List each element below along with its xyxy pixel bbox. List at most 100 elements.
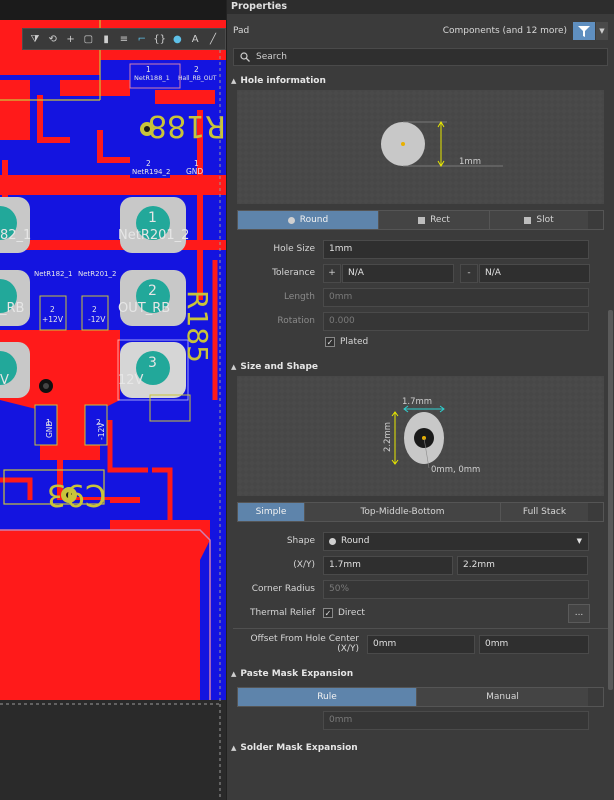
align-icon[interactable]: ≡	[116, 30, 132, 48]
collapse-icon: ▲	[231, 77, 237, 85]
designator-r185: R185	[181, 290, 214, 363]
tab-label: Simple	[255, 507, 287, 517]
pin-number: 1	[146, 65, 151, 74]
pad-icon[interactable]: ●	[170, 30, 186, 48]
round-shape-icon	[287, 216, 295, 224]
filter-dropdown-button[interactable]: ▼	[596, 22, 608, 40]
pad-x-input[interactable]: 1.7mm	[323, 555, 453, 575]
pcb-canvas[interactable]: 1 NetR201_2 2 OUT_RB 3 12V 82_1 _RB V NetR188_1 H…	[0, 0, 226, 800]
pcb-board[interactable]: 1 NetR201_2 2 OUT_RB 3 12V 82_1 _RB V NetR188_1 H…	[0, 0, 226, 800]
search-box[interactable]: Search	[233, 48, 608, 66]
text-icon[interactable]: A	[187, 30, 203, 48]
track-icon[interactable]: ⌐	[134, 30, 150, 48]
tolerance-plus-input[interactable]: N/A	[342, 263, 454, 283]
pin-number: 2	[50, 305, 55, 314]
search-icon	[240, 52, 250, 62]
rotation-input[interactable]: 0.000	[323, 311, 589, 331]
tab-rect[interactable]: Rect	[379, 211, 490, 229]
hole-size-input[interactable]: 1mm	[323, 239, 589, 259]
top-copper-pour	[0, 520, 210, 700]
net-label: +12V	[42, 315, 64, 324]
collapse-icon: ▲	[231, 744, 237, 752]
paste-mask-input[interactable]: 0mm	[323, 710, 589, 730]
net-label: NetR194_2	[132, 168, 170, 176]
pad-y-input[interactable]: 2.2mm	[457, 555, 588, 575]
tab-label: Rect	[430, 215, 450, 225]
offset-x-input[interactable]: 0mm	[367, 634, 475, 654]
select-icon[interactable]: ▢	[80, 30, 96, 48]
thermal-relief-checkbox[interactable]: ✓	[323, 608, 333, 618]
corner-radius-label: Corner Radius	[251, 584, 315, 594]
pin-number: 2	[194, 65, 199, 74]
components-filter-label[interactable]: Components (and 12 more)	[443, 26, 567, 36]
length-label: Length	[283, 292, 315, 302]
designator-r188: R188	[148, 108, 226, 143]
filter-icon	[578, 25, 590, 37]
plated-label: Plated	[340, 337, 369, 347]
shape-value: Round	[341, 536, 370, 546]
tab-rule[interactable]: Rule	[238, 688, 417, 706]
tab-simple[interactable]: Simple	[238, 503, 305, 521]
net-label: -12V	[88, 315, 106, 324]
filter-button[interactable]	[573, 22, 595, 40]
paste-mask-tabs: Rule Manual	[237, 687, 604, 707]
pad-net-label: NetR201_2	[118, 228, 189, 243]
rotation-label: Rotation	[277, 316, 315, 326]
tab-manual[interactable]: Manual	[417, 688, 588, 706]
shape-dropdown[interactable]: Round ▼	[323, 531, 589, 551]
tolerance-plus-sign: +	[323, 263, 341, 283]
hole-preview: 1mm	[237, 90, 604, 204]
pin-number: 2	[146, 159, 151, 168]
thermal-relief-value: Direct	[338, 608, 365, 618]
search-placeholder: Search	[256, 52, 287, 62]
solder-mask-title: Solder Mask Expansion	[240, 743, 358, 753]
stack-mode-tabs: Simple Top-Middle-Bottom Full Stack	[237, 502, 604, 522]
hole-info-header[interactable]: ▲ Hole information	[227, 72, 614, 90]
round-shape-icon	[329, 537, 336, 545]
canvas-toolbar: ⧩ ⟲ + ▢ ▮ ≡ ⌐{} ● A ╱	[22, 28, 226, 50]
pad-origin-label: 0mm, 0mm	[431, 465, 480, 475]
hole-shape-tabs: Round Rect Slot	[237, 210, 604, 230]
tolerance-minus-input[interactable]: N/A	[479, 263, 590, 283]
length-input[interactable]: 0mm	[323, 287, 589, 307]
route-icon[interactable]: ⟲	[45, 30, 61, 48]
paste-mask-header[interactable]: ▲ Paste Mask Expansion	[227, 665, 614, 683]
tab-label: Manual	[486, 692, 519, 702]
tab-slot[interactable]: Slot	[490, 211, 588, 229]
pad-number: 2	[148, 283, 157, 299]
chevron-down-icon: ▼	[576, 537, 582, 545]
tab-full-stack[interactable]: Full Stack	[501, 503, 588, 521]
tab-label: Round	[299, 215, 329, 225]
thermal-relief-label: Thermal Relief	[249, 608, 315, 618]
thermal-relief-options-button[interactable]: ...	[568, 603, 590, 623]
solder-mask-header[interactable]: ▲ Solder Mask Expansion	[227, 739, 614, 757]
bracket-icon[interactable]: {}	[152, 30, 168, 48]
filter-icon[interactable]: ⧩	[27, 30, 43, 48]
pad-x-dim-label: 1.7mm	[402, 397, 432, 407]
size-shape-header[interactable]: ▲ Size and Shape	[227, 358, 614, 376]
rect-shape-icon	[418, 216, 426, 224]
tab-round[interactable]: Round	[238, 211, 379, 229]
pin-number: 2	[96, 418, 101, 427]
add-icon[interactable]: +	[63, 30, 79, 48]
plated-checkbox[interactable]: ✓	[325, 337, 335, 347]
line-icon[interactable]: ╱	[205, 30, 221, 48]
pad-y-dim-label: 2.2mm	[383, 422, 393, 452]
tab-label: Rule	[317, 692, 337, 702]
paste-mask-title: Paste Mask Expansion	[240, 669, 354, 679]
chart-icon[interactable]: ▮	[98, 30, 114, 48]
hole-info-title: Hole information	[240, 76, 326, 86]
collapse-icon: ▲	[231, 670, 237, 678]
panel-title: Properties	[227, 0, 614, 14]
tab-label: Top-Middle-Bottom	[360, 507, 445, 517]
tab-top-middle-bottom[interactable]: Top-Middle-Bottom	[305, 503, 501, 521]
tolerance-label: Tolerance	[272, 268, 315, 278]
net-label: NetR201_2	[78, 270, 116, 278]
offset-label: Offset From Hole Center (X/Y)	[250, 634, 359, 654]
object-type-row: Pad Components (and 12 more) ▼	[227, 14, 614, 48]
panel-scrollbar[interactable]	[608, 310, 613, 690]
offset-y-input[interactable]: 0mm	[479, 634, 589, 654]
pad-net-label: OUT_RB	[118, 301, 170, 316]
corner-radius-input[interactable]: 50%	[323, 579, 589, 599]
xy-label: (X/Y)	[293, 560, 315, 570]
